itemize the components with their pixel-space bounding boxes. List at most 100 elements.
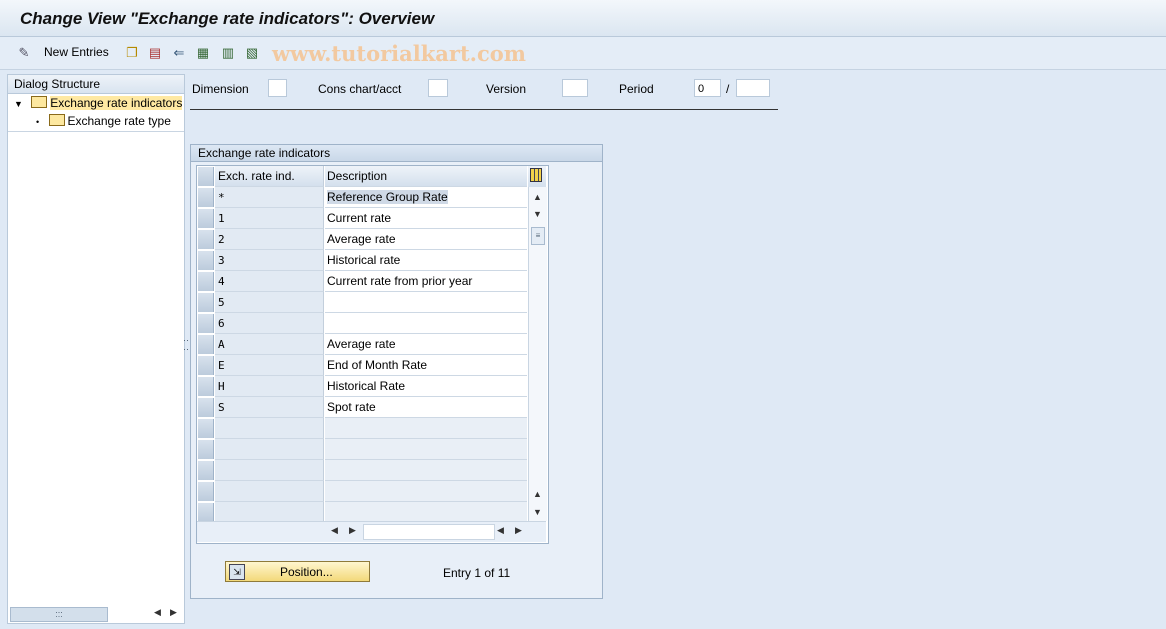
application-toolbar: ✎ New Entries ❐ ▤ ⇐ ▦ ▥ ▧ www.tutorialka… — [0, 37, 1166, 70]
table-row[interactable]: 4 Current rate from prior year — [197, 271, 527, 292]
entry-counter: Entry 1 of 11 — [443, 566, 511, 580]
period-label: Period — [619, 82, 654, 96]
cell-description[interactable]: Historical rate — [325, 250, 527, 271]
row-selector[interactable] — [198, 188, 214, 207]
cell-exch-rate-ind: 1 — [215, 208, 324, 229]
expand-triangle-icon[interactable]: ▼ — [14, 99, 23, 109]
cell-description[interactable]: Current rate — [325, 208, 527, 229]
title-bar: Change View "Exchange rate indicators": … — [0, 0, 1166, 37]
cell-exch-rate-ind: 3 — [215, 250, 324, 271]
table-row[interactable]: 1 Current rate — [197, 208, 527, 229]
tree-item-exchange-rate-indicators[interactable]: ▼ Exchange rate indicators — [14, 95, 183, 112]
column-header-description[interactable]: Description — [325, 166, 527, 187]
row-selector[interactable] — [198, 356, 214, 375]
new-entries-button[interactable]: New Entries — [44, 45, 109, 59]
row-selector[interactable] — [198, 251, 214, 270]
row-selector[interactable] — [198, 461, 214, 480]
table-vertical-scrollbar[interactable]: ▲ ▼ ≡ ▲ ▼ — [528, 187, 547, 521]
row-selector[interactable] — [198, 272, 214, 291]
table-row[interactable]: 6 — [197, 313, 527, 334]
cell-description[interactable]: Historical Rate — [325, 376, 527, 397]
row-selector[interactable] — [198, 503, 214, 522]
row-selector[interactable] — [198, 419, 214, 438]
row-selector[interactable] — [198, 293, 214, 312]
cell-description — [325, 418, 527, 439]
deselect-all-icon[interactable]: ▧ — [244, 44, 260, 60]
scroll-track[interactable] — [363, 524, 495, 540]
select-all-icon[interactable]: ▦ — [195, 44, 211, 60]
table-row[interactable]: A Average rate — [197, 334, 527, 355]
select-all-rows-button[interactable] — [198, 167, 214, 186]
table-row[interactable] — [197, 439, 527, 460]
cell-exch-rate-ind: 4 — [215, 271, 324, 292]
version-field[interactable] — [562, 79, 588, 97]
table-row[interactable]: 3 Historical rate — [197, 250, 527, 271]
cell-description[interactable] — [325, 313, 527, 334]
group-title: Exchange rate indicators — [191, 145, 602, 162]
table-row[interactable]: H Historical Rate — [197, 376, 527, 397]
cell-description[interactable]: Average rate — [325, 229, 527, 250]
row-selector[interactable] — [198, 209, 214, 228]
table-row[interactable] — [197, 418, 527, 439]
scroll-left-icon[interactable]: ◀ — [154, 607, 161, 618]
scroll-thumb[interactable]: ≡ — [531, 227, 545, 245]
cell-description[interactable]: Average rate — [325, 334, 527, 355]
scroll-down-icon[interactable]: ▼ — [533, 209, 542, 219]
scroll-right-icon[interactable]: ▶ — [170, 607, 177, 618]
table-horizontal-scrollbar[interactable]: ◀ ▶ ◀ ▶ — [197, 521, 546, 542]
undo-icon[interactable]: ⇐ — [171, 44, 187, 60]
scroll-left-icon[interactable]: ◀ — [331, 525, 338, 536]
cell-description[interactable]: Spot rate — [325, 397, 527, 418]
cell-description — [325, 460, 527, 481]
period-field[interactable]: 0 — [694, 79, 721, 97]
scroll-up-icon[interactable]: ▲ — [533, 192, 542, 202]
select-block-icon[interactable]: ▥ — [220, 44, 236, 60]
cons-chart-field[interactable] — [428, 79, 448, 97]
dimension-field[interactable] — [268, 79, 287, 97]
scroll-page-up-icon[interactable]: ▲ — [533, 489, 542, 499]
table-row[interactable]: S Spot rate — [197, 397, 527, 418]
table-row[interactable]: 5 — [197, 292, 527, 313]
position-button[interactable]: ⇲ Position... — [225, 561, 370, 582]
table-row[interactable] — [197, 460, 527, 481]
scroll-left-icon[interactable]: ◀ — [497, 525, 504, 536]
cell-description[interactable] — [325, 292, 527, 313]
scroll-thumb[interactable]: ::: — [10, 607, 108, 622]
cell-description — [325, 481, 527, 502]
position-button-label: Position... — [280, 565, 333, 579]
table-row[interactable]: * Reference Group Rate — [197, 187, 527, 208]
table-row[interactable] — [197, 502, 527, 523]
edit-glasses-icon[interactable]: ✎ — [16, 44, 32, 60]
dialog-structure-header: Dialog Structure — [8, 75, 184, 94]
folder-icon — [48, 114, 65, 126]
cell-description[interactable]: End of Month Rate — [325, 355, 527, 376]
cons-chart-label: Cons chart/acct — [318, 82, 402, 96]
table-row[interactable] — [197, 481, 527, 502]
table-settings-icon[interactable] — [530, 168, 542, 182]
cell-description[interactable]: Current rate from prior year — [325, 271, 527, 292]
scroll-right-icon[interactable]: ▶ — [349, 525, 356, 536]
table-row[interactable]: 2 Average rate — [197, 229, 527, 250]
row-selector[interactable] — [198, 398, 214, 417]
tree-item-label: Exchange rate type — [67, 114, 171, 128]
table-row[interactable]: E End of Month Rate — [197, 355, 527, 376]
row-selector[interactable] — [198, 335, 214, 354]
row-selector[interactable] — [198, 230, 214, 249]
year-field[interactable] — [736, 79, 770, 97]
scroll-right-icon[interactable]: ▶ — [515, 525, 522, 536]
cell-description[interactable]: Reference Group Rate — [325, 187, 527, 208]
cell-exch-rate-ind — [215, 502, 324, 523]
watermark: www.tutorialkart.com — [272, 41, 526, 66]
row-selector[interactable] — [198, 440, 214, 459]
column-header-ind[interactable]: Exch. rate ind. — [215, 166, 324, 187]
copy-icon[interactable]: ❐ — [124, 44, 140, 60]
cell-exch-rate-ind — [215, 439, 324, 460]
row-selector[interactable] — [198, 482, 214, 501]
row-selector[interactable] — [198, 377, 214, 396]
scroll-page-down-icon[interactable]: ▼ — [533, 507, 542, 517]
row-selector[interactable] — [198, 314, 214, 333]
tree-item-exchange-rate-type[interactable]: • Exchange rate type — [36, 113, 171, 130]
column-settings-button[interactable] — [528, 166, 546, 187]
delete-icon[interactable]: ▤ — [147, 44, 163, 60]
sidebar-horizontal-scrollbar[interactable]: ::: ◀ ▶ — [10, 607, 180, 622]
